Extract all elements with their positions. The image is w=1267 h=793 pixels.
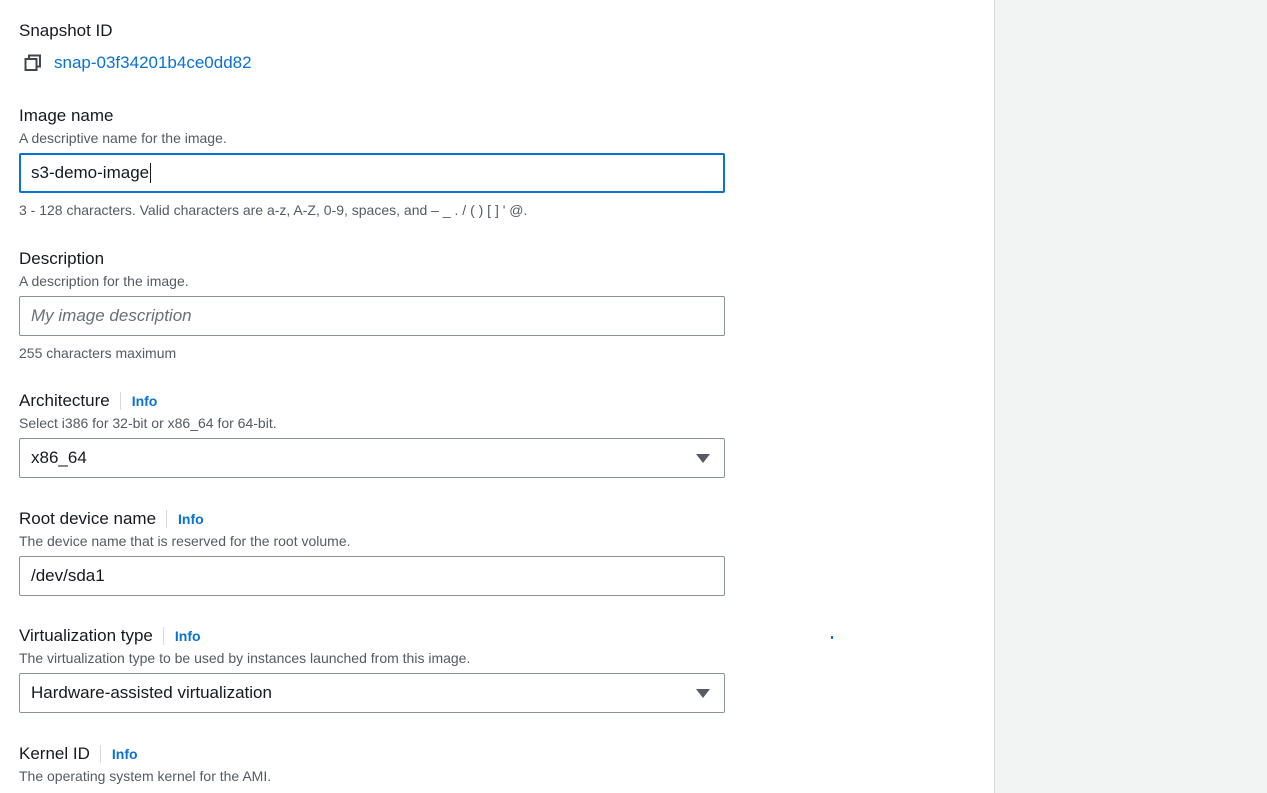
image-name-value: s3-demo-image	[31, 163, 150, 182]
virtualization-description: The virtualization type to be used by in…	[19, 650, 471, 666]
image-name-label: Image name	[19, 106, 114, 125]
copy-icon[interactable]	[23, 53, 43, 73]
description-input[interactable]: My image description	[19, 296, 725, 336]
snapshot-id-row: snap-03f34201b4ce0dd82	[19, 52, 725, 74]
description-hint: A description for the image.	[19, 273, 189, 289]
snapshot-id-link[interactable]: snap-03f34201b4ce0dd82	[54, 53, 252, 73]
snapshot-id-label: Snapshot ID	[19, 21, 113, 40]
image-name-input[interactable]: s3-demo-image	[19, 153, 725, 193]
main-content: Snapshot ID snap-03f34201b4ce0dd82 Image…	[0, 0, 994, 793]
caret-down-icon	[696, 454, 710, 463]
image-name-constraint: 3 - 128 characters. Valid characters are…	[19, 202, 528, 218]
caret-down-icon	[696, 689, 710, 698]
architecture-info-link[interactable]: Info	[119, 392, 157, 410]
root-device-input[interactable]: /dev/sda1	[19, 556, 725, 596]
text-caret	[150, 163, 152, 183]
description-constraint: 255 characters maximum	[19, 345, 177, 361]
architecture-label: Architecture	[19, 391, 110, 410]
description-field: Description A description for the image.…	[19, 248, 725, 362]
architecture-description: Select i386 for 32-bit or x86_64 for 64-…	[19, 415, 277, 431]
snapshot-id-field: Snapshot ID snap-03f34201b4ce0dd82	[19, 20, 725, 74]
root-device-label: Root device name	[19, 509, 157, 528]
virtualization-selected-value: Hardware-assisted virtualization	[31, 683, 272, 702]
description-label: Description	[19, 249, 105, 268]
description-placeholder: My image description	[31, 306, 192, 325]
virtualization-field: Virtualization type Info The virtualizat…	[19, 625, 725, 713]
image-name-field: Image name A descriptive name for the im…	[19, 105, 725, 219]
kernel-id-description: The operating system kernel for the AMI.	[19, 768, 272, 784]
architecture-selected-value: x86_64	[31, 448, 87, 467]
cursor-artifact	[831, 636, 833, 639]
kernel-id-label: Kernel ID	[19, 744, 90, 763]
root-device-description: The device name that is reserved for the…	[19, 533, 351, 549]
virtualization-select[interactable]: Hardware-assisted virtualization	[19, 673, 725, 713]
side-panel	[994, 0, 1267, 793]
architecture-field: Architecture Info Select i386 for 32-bit…	[19, 390, 725, 478]
image-name-description: A descriptive name for the image.	[19, 130, 227, 146]
root-device-field: Root device name Info The device name th…	[19, 508, 725, 596]
root-device-value: /dev/sda1	[31, 566, 105, 585]
virtualization-info-link[interactable]: Info	[162, 627, 201, 645]
architecture-select[interactable]: x86_64	[19, 438, 725, 478]
kernel-id-field: Kernel ID Info The operating system kern…	[19, 743, 725, 785]
virtualization-label: Virtualization type	[19, 626, 153, 645]
root-device-info-link[interactable]: Info	[166, 510, 204, 528]
kernel-id-info-link[interactable]: Info	[99, 745, 138, 763]
